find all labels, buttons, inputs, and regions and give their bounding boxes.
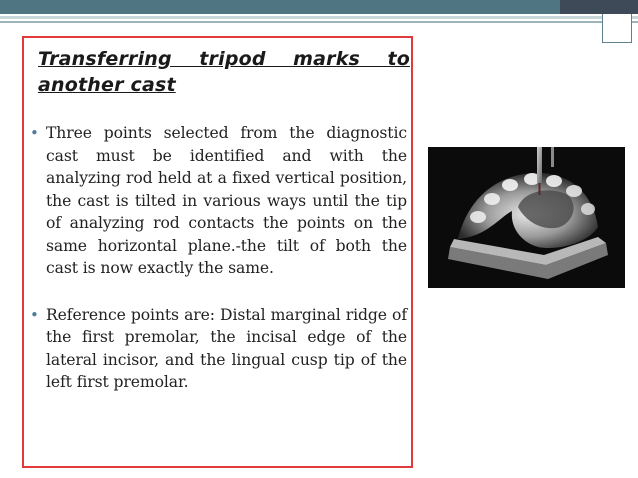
- surveyor-cast-photo: [428, 147, 625, 288]
- bullet-item-2: • Reference points are: Distal marginal …: [24, 304, 413, 394]
- bullet-dot-icon: •: [30, 305, 39, 324]
- header-stripe: [0, 16, 638, 19]
- bullet-text-1: Three points selected from the diagnosti…: [46, 124, 407, 277]
- slide-title: Transferring tripod marks to another cas…: [38, 48, 410, 96]
- bullet-list: • Three points selected from the diagnos…: [24, 122, 413, 394]
- bullet-dot-icon: •: [30, 124, 39, 142]
- bullet-item-1: • Three points selected from the diagnos…: [24, 122, 413, 280]
- corner-accent: [602, 14, 632, 43]
- header-bar-light: [0, 0, 560, 14]
- bullet-text-2: Reference points are: Distal marginal ri…: [46, 305, 407, 392]
- content-frame: Transferring tripod marks to another cas…: [22, 36, 413, 468]
- header-stripe-thin: [0, 21, 638, 23]
- header-bar-dark: [560, 0, 638, 14]
- header-bar: [0, 0, 638, 14]
